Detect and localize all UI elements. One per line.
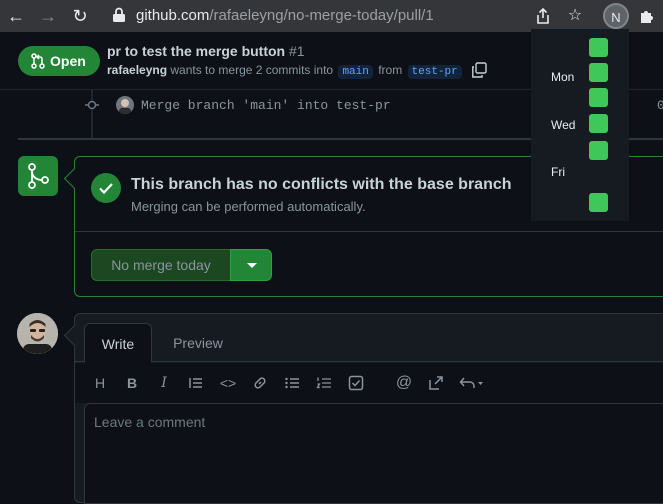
day-label-wed: Wed — [551, 118, 576, 132]
lock-icon — [113, 7, 125, 22]
contribution-cell[interactable] — [589, 114, 608, 133]
bold-icon[interactable]: B — [122, 373, 142, 393]
back-arrow-icon[interactable]: ← — [4, 4, 28, 28]
pr-title: pr to test the merge button #1 — [107, 43, 305, 59]
pull-request-icon — [31, 53, 45, 69]
pr-number: #1 — [289, 43, 305, 59]
pr-author-link[interactable]: rafaeleyng — [107, 63, 167, 77]
day-label-mon: Mon — [551, 70, 575, 84]
day-label-fri: Fri — [551, 165, 565, 179]
unordered-list-icon[interactable] — [282, 373, 302, 393]
url-text: github.com/rafaeleyng/no-merge-today/pul… — [136, 7, 434, 24]
reference-icon[interactable] — [426, 373, 446, 393]
bookmark-star-icon[interactable]: ☆ — [563, 4, 587, 28]
comment-tabs: Write Preview — [75, 314, 663, 363]
current-user-avatar[interactable] — [17, 313, 58, 354]
pr-meta: rafaeleyng wants to merge 2 commits into… — [107, 63, 464, 79]
check-circle-icon — [91, 173, 121, 203]
code-icon[interactable]: <> — [218, 373, 238, 393]
quote-icon[interactable] — [186, 373, 206, 393]
extensions-puzzle-icon[interactable] — [635, 4, 659, 28]
copy-icon[interactable] — [471, 62, 487, 78]
base-branch-tag[interactable]: main — [338, 65, 373, 79]
address-bar[interactable]: github.com/rafaeleyng/no-merge-today/pul… — [104, 0, 524, 32]
commit-sha-link[interactable]: 0 — [657, 98, 663, 113]
merge-options-dropdown-button[interactable] — [230, 249, 272, 281]
contribution-cell[interactable] — [589, 167, 608, 186]
contribution-cell[interactable] — [589, 38, 608, 57]
commit-author-avatar[interactable] — [116, 96, 134, 114]
browser-toolbar: ← → ↻ github.com/rafaeleyng/no-merge-tod… — [0, 0, 663, 32]
profile-avatar[interactable]: N — [603, 3, 629, 29]
git-merge-icon — [28, 163, 49, 189]
commit-icon — [85, 100, 99, 110]
reply-icon[interactable] — [458, 373, 488, 393]
link-icon[interactable] — [250, 373, 270, 393]
contribution-cell[interactable] — [589, 88, 608, 107]
markdown-toolbar: H B I <> @ — [75, 363, 663, 403]
italic-icon[interactable]: I — [154, 373, 174, 393]
tab-write[interactable]: Write — [84, 323, 152, 363]
contribution-cell[interactable] — [589, 63, 608, 82]
comment-textarea[interactable]: Leave a comment — [84, 403, 663, 504]
commit-message-link[interactable]: Merge branch 'main' into test-pr — [141, 98, 391, 113]
tab-preview[interactable]: Preview — [163, 323, 233, 363]
merge-status-icon-box — [18, 156, 58, 196]
mention-icon[interactable]: @ — [394, 373, 414, 393]
heading-icon[interactable]: H — [90, 373, 110, 393]
merge-button[interactable]: No merge today — [91, 249, 231, 281]
share-icon[interactable] — [531, 4, 555, 28]
contribution-graph-popover: Mon Wed Fri — [531, 29, 629, 221]
merge-box-separator — [75, 231, 663, 232]
head-branch-tag[interactable]: test-pr — [407, 65, 462, 79]
ordered-list-icon[interactable] — [314, 373, 334, 393]
contribution-cell[interactable] — [589, 141, 608, 160]
triangle-down-icon — [247, 263, 257, 268]
forward-arrow-icon[interactable]: → — [36, 4, 60, 28]
comment-placeholder: Leave a comment — [94, 414, 206, 430]
new-comment-box: Write Preview H B I <> @ Leave a comment — [74, 313, 663, 504]
task-list-icon[interactable] — [346, 373, 366, 393]
reload-icon[interactable]: ↻ — [68, 4, 92, 28]
merge-status-title: This branch has no conflicts with the ba… — [131, 176, 512, 193]
contribution-cell[interactable] — [589, 193, 608, 212]
pr-state-badge: Open — [18, 46, 100, 76]
merge-status-subtitle: Merging can be performed automatically. — [131, 199, 366, 214]
